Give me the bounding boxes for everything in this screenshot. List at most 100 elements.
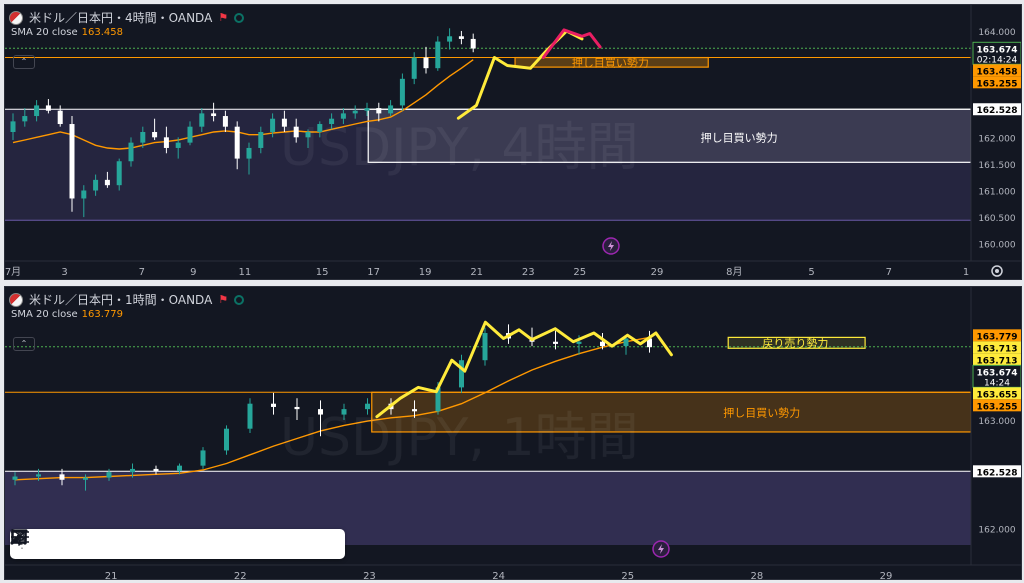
x-tick-label: 8月	[726, 266, 742, 278]
candle-body	[83, 477, 88, 480]
price-label-icon[interactable]: $	[11, 529, 344, 557]
price-label-text: 163.713	[977, 344, 1018, 354]
chart-title-1h[interactable]: 米ドル／日本円・1時間・OANDA	[29, 291, 212, 308]
candle-body	[246, 147, 252, 159]
candle-body	[69, 124, 75, 199]
zone-label: 戻り売り勢力	[762, 336, 828, 350]
chart-panel-4h[interactable]: 押し目買い勢力押し目買い勢力164.000163.500163.000162.5…	[4, 4, 1022, 280]
candle-body	[447, 36, 453, 42]
price-label-text: 163.674	[977, 45, 1018, 55]
candle-body	[222, 116, 228, 127]
candle-body	[459, 360, 464, 388]
y-tick-label: 162.000	[978, 134, 1015, 144]
candle-body	[234, 126, 240, 159]
price-label-text: 162.528	[977, 106, 1018, 116]
candle-body	[423, 57, 429, 69]
candle-body	[470, 38, 476, 49]
x-tick-label: 28	[751, 571, 764, 580]
candle-body	[152, 132, 158, 138]
watermark-4h: USDJPY, 4時間	[280, 118, 639, 178]
collapse-chevron-icon[interactable]: ⌃	[13, 337, 35, 351]
candle-body	[36, 474, 41, 477]
x-tick-label: 25	[621, 571, 634, 580]
price-label-countdown: 02:14:24	[977, 55, 1018, 65]
candle-body	[104, 179, 110, 186]
x-tick-label: 19	[419, 267, 432, 278]
candle-body	[10, 121, 16, 132]
green-dot-icon[interactable]	[234, 294, 245, 305]
x-tick-label: 23	[522, 267, 535, 278]
zone-label: 押し目買い勢力	[723, 405, 800, 419]
price-label-text: 163.674	[977, 368, 1018, 378]
candle-body	[93, 179, 99, 191]
y-tick-label: 163.000	[978, 417, 1015, 427]
x-tick-label: 17	[367, 267, 380, 278]
sma-legend-1h[interactable]: SMA 20 close 163.779	[11, 309, 123, 320]
collapse-chevron-icon[interactable]: ⌃	[13, 55, 35, 69]
sma-legend-4h[interactable]: SMA 20 close 163.458	[11, 27, 123, 38]
cross-line-icon[interactable]	[11, 531, 280, 557]
y-tick-label: 162.000	[978, 526, 1015, 536]
watermark-1h: USDJPY, 1時間	[280, 408, 639, 468]
chart-header-1h: 米ドル／日本円・1時間・OANDA ⚑	[9, 291, 245, 308]
ray-icon[interactable]	[11, 530, 184, 557]
price-label-text: 163.779	[977, 332, 1018, 342]
horizontal-lines-icon[interactable]	[11, 531, 56, 557]
candle-body	[623, 338, 629, 347]
x-tick-label: 7	[886, 267, 892, 278]
brush-icon[interactable]	[11, 530, 248, 557]
x-tick-label: 29	[651, 267, 664, 278]
x-tick-label: 11	[238, 267, 251, 278]
flag-red-icon[interactable]: ⚑	[218, 11, 228, 24]
cursor-icon[interactable]	[12, 529, 312, 557]
x-tick-label: 21	[105, 571, 118, 580]
x-tick-label: 7月	[5, 266, 21, 278]
candle-body	[106, 472, 112, 478]
x-tick-label: 25	[573, 267, 586, 278]
candle-body	[153, 468, 159, 472]
candle-body	[57, 110, 63, 125]
chart-title-4h[interactable]: 米ドル／日本円・4時間・OANDA	[29, 9, 212, 26]
candle-body	[130, 468, 135, 473]
x-tick-label: 21	[470, 267, 483, 278]
candle-body	[177, 465, 182, 472]
vertical-line-icon[interactable]	[17, 530, 216, 557]
candle-body	[59, 474, 65, 480]
comment-icon[interactable]	[11, 530, 88, 557]
candle-body	[576, 341, 582, 344]
candle-body	[22, 116, 28, 122]
candle-body	[482, 333, 488, 361]
candle-body	[399, 78, 405, 106]
candle-body	[224, 428, 229, 451]
x-tick-label: 23	[363, 571, 376, 580]
green-dot-icon[interactable]	[234, 12, 245, 23]
flag-red-icon[interactable]: ⚑	[218, 293, 228, 306]
price-label-countdown: 14:24	[984, 378, 1010, 388]
candle-body	[600, 341, 605, 347]
y-tick-label: 164.000	[978, 28, 1015, 38]
price-label-text: 163.255	[977, 79, 1018, 89]
price-label-text: 163.655	[977, 390, 1018, 400]
candle-body	[435, 41, 441, 69]
candle-body	[81, 190, 87, 199]
trendline-icon[interactable]	[10, 529, 152, 557]
candle-body	[211, 113, 217, 117]
svg-text:$: $	[16, 533, 22, 543]
sma-legend-name: SMA 20 close	[11, 309, 78, 320]
lightning-icon	[602, 237, 620, 255]
x-tick-label: 24	[492, 571, 505, 580]
price-label-text: 163.458	[977, 67, 1018, 77]
candle-body	[458, 36, 464, 39]
x-tick-label: 5	[808, 267, 814, 278]
candle-body	[411, 57, 417, 79]
x-tick-label: 7	[139, 267, 145, 278]
candle-body	[12, 476, 18, 480]
candle-body	[553, 341, 558, 344]
zone-label: 押し目買い勢力	[572, 55, 649, 69]
price-label-text: 163.713	[977, 356, 1018, 366]
price-label-text: 163.255	[977, 402, 1018, 412]
drawing-toolbar: ⋮ $	[10, 529, 345, 559]
rectangle-icon[interactable]	[11, 529, 120, 557]
x-tick-label: 15	[316, 267, 329, 278]
y-tick-label: 160.500	[978, 214, 1015, 224]
